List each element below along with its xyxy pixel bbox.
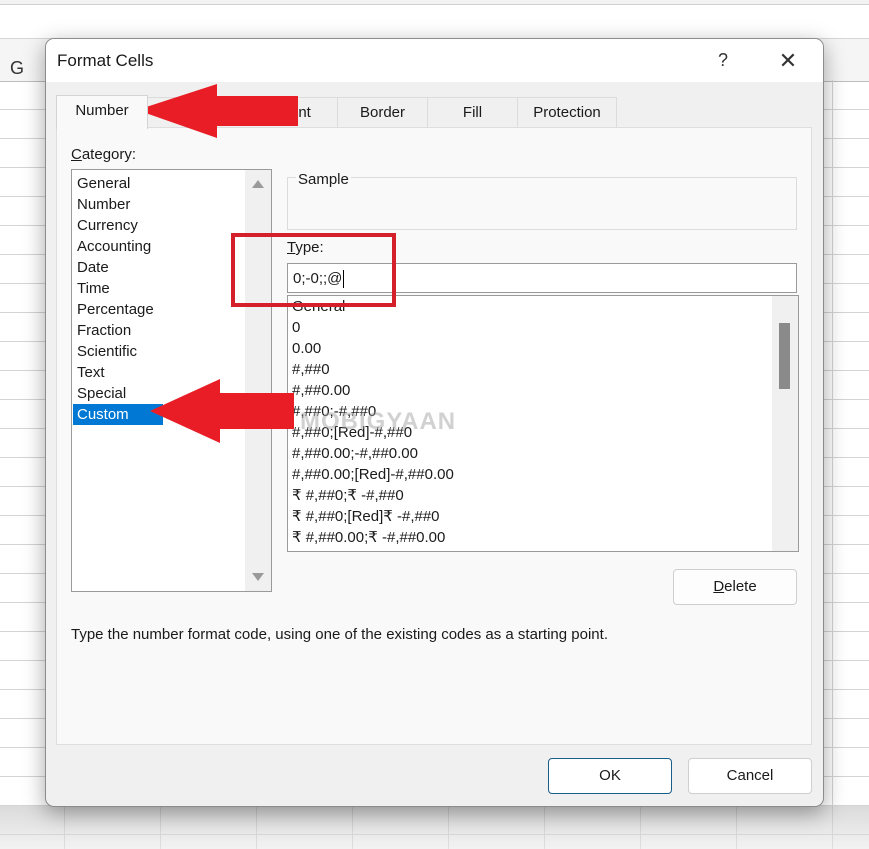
dialog-shadow	[0, 806, 869, 849]
type-list-item[interactable]: ₹ #,##0.00;₹ -#,##0.00	[292, 527, 445, 548]
dialog-titlebar[interactable]: Format Cells ? ✕	[46, 39, 823, 82]
type-list-item[interactable]: ₹ #,##0;[Red]₹ -#,##0	[292, 506, 440, 527]
type-list-item[interactable]: 0	[292, 317, 300, 338]
type-list-item[interactable]: #,##0.00;-#,##0.00	[292, 443, 418, 464]
close-icon: ✕	[778, 48, 798, 73]
tab-number[interactable]: Number	[56, 95, 148, 129]
sample-box	[287, 177, 797, 230]
tab-protection[interactable]: Protection	[517, 97, 617, 128]
cancel-button[interactable]: Cancel	[688, 758, 812, 794]
arrow-custom-category	[150, 379, 294, 443]
type-scrollbar[interactable]	[772, 296, 798, 551]
category-item-percentage[interactable]: Percentage	[73, 299, 250, 320]
category-label: Category:	[71, 146, 136, 163]
category-item-number[interactable]: Number	[73, 194, 250, 215]
ok-button[interactable]: OK	[548, 758, 672, 794]
category-item-fraction[interactable]: Fraction	[73, 320, 250, 341]
tab-border[interactable]: Border	[337, 97, 428, 128]
close-button[interactable]: ✕	[773, 47, 803, 75]
type-list-item[interactable]: 0.00	[292, 338, 321, 359]
delete-accel: D	[713, 578, 725, 595]
red-arrow-icon	[150, 379, 294, 443]
type-list-item[interactable]: #,##0.00	[292, 380, 350, 401]
dialog-title: Format Cells	[57, 51, 154, 70]
hint-text: Type the number format code, using one o…	[71, 626, 608, 643]
ribbon-edge	[0, 0, 869, 5]
highlight-box	[231, 233, 396, 307]
scroll-up-icon[interactable]	[252, 180, 264, 188]
column-gridline	[832, 80, 833, 849]
help-button[interactable]: ?	[710, 47, 736, 73]
type-list-item[interactable]: ₹ #,##0;₹ -#,##0	[292, 485, 404, 506]
delete-button[interactable]: Delete	[673, 569, 797, 605]
category-item-general[interactable]: General	[73, 173, 250, 194]
category-item-date[interactable]: Date	[73, 257, 250, 278]
category-item-time[interactable]: Time	[73, 278, 250, 299]
scroll-down-icon[interactable]	[252, 573, 264, 581]
column-header-g[interactable]: G	[10, 58, 24, 79]
type-list-item[interactable]: #,##0.00;[Red]-#,##0.00	[292, 464, 454, 485]
category-label-accel: C	[71, 146, 82, 163]
sample-label: Sample	[296, 171, 351, 188]
delete-label: elete	[724, 578, 757, 595]
red-arrow-icon	[137, 84, 298, 138]
category-item-currency[interactable]: Currency	[73, 215, 250, 236]
type-scrollbar-thumb[interactable]	[779, 323, 790, 389]
tab-fill[interactable]: Fill	[427, 97, 518, 128]
category-label-text: ategory:	[81, 146, 137, 163]
watermark: MOBIGYAAN	[300, 408, 457, 435]
category-item-scientific[interactable]: Scientific	[73, 341, 250, 362]
arrow-number-tab	[137, 84, 298, 138]
category-item-accounting[interactable]: Accounting	[73, 236, 250, 257]
